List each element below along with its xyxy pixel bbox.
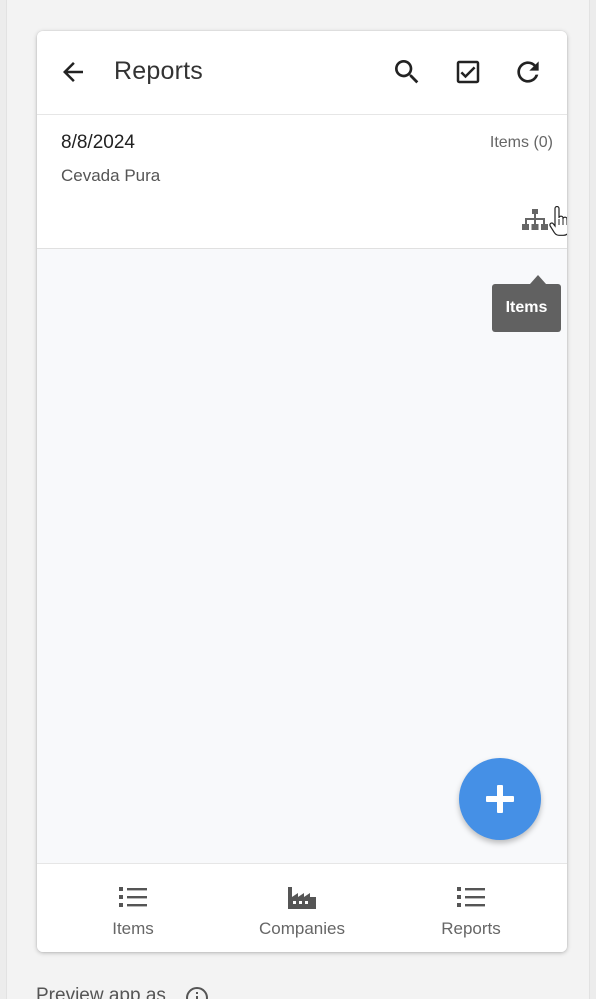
nav-label-items: Items [112,919,154,938]
items-tooltip: Items [492,284,561,332]
arrow-left-icon [63,62,83,82]
report-list-item[interactable]: 8/8/2024 Cevada Pura Items (0) [37,115,567,249]
select-button[interactable] [448,52,488,92]
tooltip-arrow [530,275,546,284]
app-header: Reports [37,31,567,115]
factory-icon [287,883,317,911]
report-date: 8/8/2024 [61,132,135,153]
sitemap-icon [522,209,548,230]
list-icon [456,883,486,911]
report-company: Cevada Pura [61,166,161,185]
refresh-button[interactable] [508,52,548,92]
items-link-button[interactable] [519,206,551,234]
nav-item-reports[interactable]: Reports [396,864,546,952]
left-panel-edge [0,0,7,999]
back-button[interactable] [53,52,93,92]
plus-icon [486,785,514,813]
nav-item-items[interactable]: Items [58,864,208,952]
right-panel-edge [589,0,596,999]
report-items-count: Items (0) [489,134,553,151]
add-report-button[interactable] [459,758,541,840]
builder-page: Reports 8/8/2024 Cevada Pura Items (0) I… [0,0,596,999]
search-button[interactable] [387,52,427,92]
page-title: Reports [114,57,203,85]
nav-label-companies: Companies [259,919,345,938]
refresh-icon [517,61,539,83]
info-icon[interactable] [185,986,209,999]
nav-label-reports: Reports [441,919,501,938]
preview-app-as-label: Preview app as [36,985,166,999]
checkbox-icon [456,60,480,84]
search-icon [395,60,419,84]
nav-item-companies[interactable]: Companies [227,864,377,952]
bottom-navigation: Items Companies Reports [37,863,567,952]
app-preview: Reports 8/8/2024 Cevada Pura Items (0) I… [37,31,567,952]
list-icon [118,883,148,911]
